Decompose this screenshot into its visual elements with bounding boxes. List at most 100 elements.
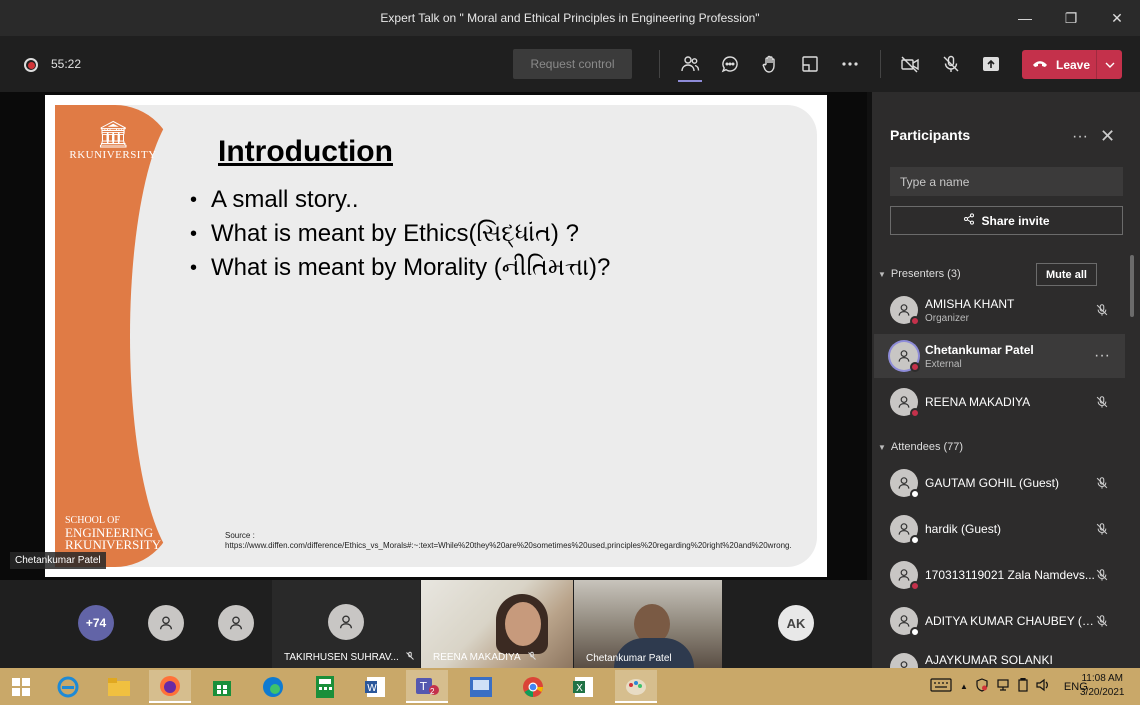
- attendees-section-toggle[interactable]: ▼ Attendees (77): [878, 441, 963, 453]
- svg-text:T: T: [419, 680, 427, 693]
- chevron-down-icon[interactable]: [1096, 50, 1122, 79]
- status-dot: [910, 581, 920, 591]
- participants-panel: Participants ··· ✕ Share invite ▼ Presen…: [872, 92, 1140, 668]
- mic-off-icon[interactable]: [1093, 520, 1111, 538]
- minimize-button[interactable]: —: [1002, 0, 1048, 36]
- participant-row[interactable]: GAUTAM GOHIL (Guest): [874, 461, 1125, 505]
- mic-off-icon: [527, 651, 537, 664]
- avatar: [328, 604, 364, 640]
- mic-off-icon[interactable]: [1093, 474, 1111, 492]
- more-options-icon[interactable]: ···: [1072, 128, 1088, 146]
- keyboard-icon[interactable]: [930, 678, 952, 695]
- slide-source: Source : https://www.diffen.com/differen…: [225, 531, 815, 551]
- dvs-app-icon[interactable]: [460, 670, 502, 703]
- camera-off-icon[interactable]: [896, 50, 924, 78]
- window-title: Expert Talk on " Moral and Ethical Princ…: [380, 11, 760, 25]
- maximize-button[interactable]: ❐: [1048, 0, 1094, 36]
- avatar: [890, 561, 920, 591]
- tile-name: REENA MAKADIYA: [433, 652, 521, 663]
- presenter-name-label: Chetankumar Patel: [10, 552, 106, 569]
- participant-row[interactable]: AMISHA KHANT Organizer: [874, 288, 1125, 332]
- initials-avatar[interactable]: AK: [778, 605, 814, 641]
- paint-icon[interactable]: [615, 670, 657, 703]
- bullet-item: A small story..: [190, 183, 610, 217]
- mic-off-icon: [405, 651, 415, 664]
- presenters-section-toggle[interactable]: ▼ Presenters (3): [878, 268, 961, 280]
- participants-icon[interactable]: [676, 50, 704, 82]
- video-tile[interactable]: Chetankumar Patel: [574, 580, 722, 668]
- edge-icon[interactable]: [252, 670, 294, 703]
- mute-all-button[interactable]: Mute all: [1036, 263, 1097, 286]
- avatar: [890, 296, 920, 326]
- speaker-icon[interactable]: [1036, 678, 1050, 695]
- status-dot: [910, 535, 920, 545]
- university-logo: 🏛 RKUNIVERSITY: [63, 119, 163, 161]
- avatar: [890, 515, 920, 545]
- svg-text:W: W: [367, 683, 377, 694]
- excel-icon[interactable]: X: [563, 670, 605, 703]
- title-bar: Expert Talk on " Moral and Ethical Princ…: [0, 0, 1140, 36]
- system-tray: ▲ ENG: [930, 668, 1088, 705]
- more-actions-icon[interactable]: [836, 50, 864, 78]
- avatar: [890, 653, 918, 668]
- word-icon[interactable]: W: [355, 670, 397, 703]
- status-dot: [910, 316, 920, 326]
- store-icon[interactable]: [201, 670, 243, 703]
- file-explorer-icon[interactable]: [98, 670, 140, 703]
- avatar[interactable]: [218, 605, 254, 641]
- leave-button[interactable]: Leave: [1022, 50, 1122, 79]
- close-icon[interactable]: ✕: [1100, 126, 1115, 147]
- share-invite-button[interactable]: Share invite: [890, 206, 1123, 235]
- participant-row[interactable]: AJAYKUMAR SOLANKI: [874, 645, 1125, 668]
- network-icon[interactable]: [996, 678, 1010, 695]
- participant-row[interactable]: 170313119021 Zala Namdevs...: [874, 553, 1125, 597]
- breakout-rooms-icon[interactable]: [796, 50, 824, 78]
- search-input[interactable]: [890, 167, 1123, 196]
- mic-off-icon[interactable]: [1093, 393, 1111, 411]
- shared-content-stage: 🏛 RKUNIVERSITY SCHOOL OF ENGINEERING RKU…: [0, 92, 872, 580]
- video-tile[interactable]: REENA MAKADIYA: [421, 580, 573, 668]
- chevron-up-icon[interactable]: ▲: [960, 682, 968, 691]
- slide-bullets: A small story.. What is meant by Ethics(…: [190, 183, 610, 285]
- more-options-icon[interactable]: ···: [1093, 347, 1111, 365]
- source-url: https://www.diffen.com/difference/Ethics…: [225, 541, 792, 550]
- chrome-icon[interactable]: [512, 670, 554, 703]
- clock[interactable]: 11:08 AM 3/20/2021: [1080, 672, 1125, 700]
- overflow-count-badge[interactable]: +74: [78, 605, 114, 641]
- firefox-icon[interactable]: [149, 670, 191, 703]
- slide-title: Introduction: [218, 135, 393, 168]
- panel-scrollbar[interactable]: [1130, 255, 1134, 317]
- teams-icon[interactable]: T 2: [406, 670, 448, 703]
- share-screen-icon[interactable]: [977, 50, 1005, 78]
- close-window-button[interactable]: ✕: [1094, 0, 1140, 36]
- request-control-button[interactable]: Request control: [513, 49, 632, 79]
- raise-hand-icon[interactable]: [756, 50, 784, 78]
- calculator-icon[interactable]: [304, 670, 346, 703]
- participant-row[interactable]: hardik (Guest): [874, 507, 1125, 551]
- tile-name: Chetankumar Patel: [586, 653, 672, 664]
- avatar: [890, 607, 920, 637]
- participant-row[interactable]: REENA MAKADIYA: [874, 380, 1125, 424]
- internet-explorer-icon[interactable]: [47, 670, 89, 703]
- windows-taskbar: W T 2 X ▲ ENG 11:08 AM 3/20/2021: [0, 668, 1140, 705]
- mic-off-icon[interactable]: [1093, 301, 1111, 319]
- avatar: [890, 388, 920, 418]
- leave-label: Leave: [1056, 57, 1091, 72]
- bullet-item: What is meant by Morality (નીતિમત્તા)?: [190, 251, 610, 285]
- school-logo: SCHOOL OF ENGINEERING RKUNIVERSITY: [65, 515, 162, 552]
- phone-hangup-icon: [1032, 58, 1048, 72]
- status-dot: [910, 362, 920, 372]
- mic-off-icon[interactable]: [937, 50, 965, 78]
- status-dot: [910, 408, 920, 418]
- security-icon[interactable]: [976, 678, 988, 695]
- slide-curve: [130, 105, 250, 567]
- video-tile[interactable]: TAKIRHUSEN SUHRAV...: [272, 580, 420, 668]
- participant-row[interactable]: ADITYA KUMAR CHAUBEY (G...: [874, 599, 1125, 643]
- avatar[interactable]: [148, 605, 184, 641]
- mic-off-icon[interactable]: [1093, 566, 1111, 584]
- participant-row[interactable]: Chetankumar Patel External ···: [874, 334, 1125, 378]
- chat-icon[interactable]: [716, 50, 744, 78]
- windows-start-icon[interactable]: [0, 670, 42, 703]
- mic-off-icon[interactable]: [1093, 612, 1111, 630]
- battery-icon[interactable]: [1018, 677, 1028, 695]
